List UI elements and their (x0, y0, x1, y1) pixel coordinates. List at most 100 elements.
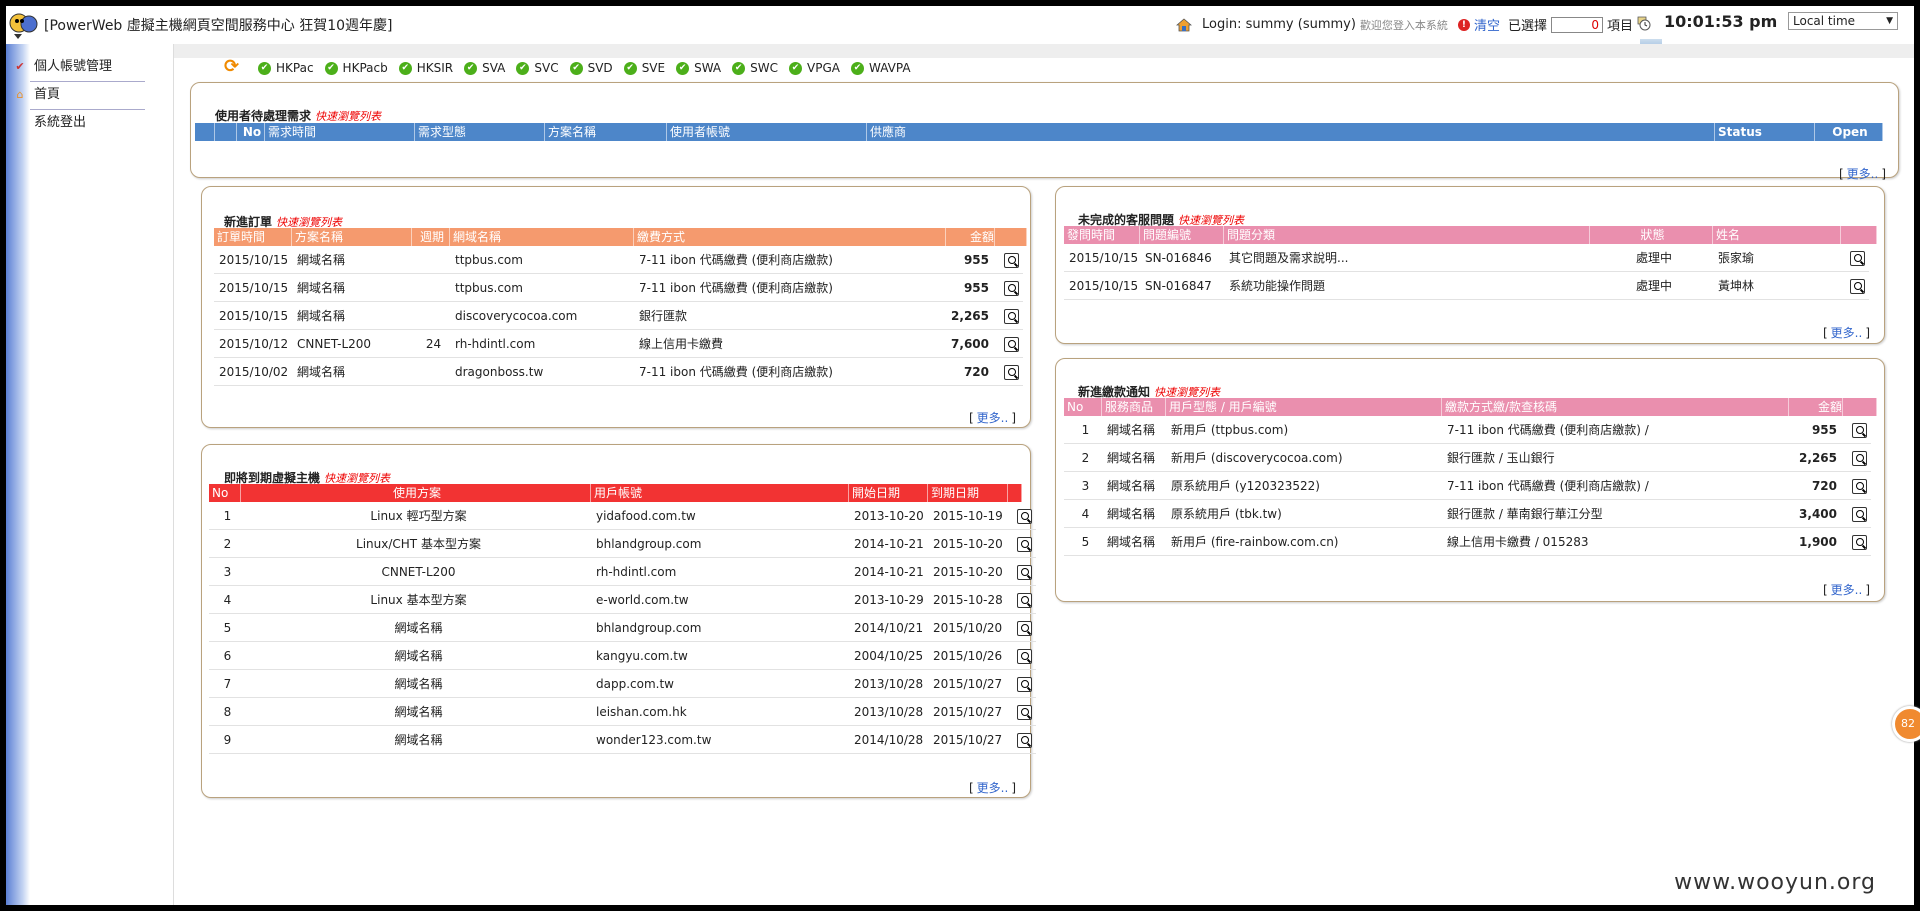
refresh-icon[interactable]: ⟳ (224, 58, 244, 78)
table-cell: Linux/CHT 基本型方案 (356, 537, 481, 551)
check-circle-icon: ✔ (789, 61, 803, 75)
quick-view-link[interactable]: 快速瀏覽列表 (315, 110, 381, 123)
more-link[interactable]: 更多.. (974, 411, 1012, 425)
table-row: 2015/10/02 網域名稱 dragonboss.tw 7-11 ibon 代碼繳… (214, 358, 1023, 386)
table-cell: 4 (223, 593, 232, 607)
table-cell: 原系統用戶 (y120323522) (1171, 479, 1320, 493)
magnifier-icon[interactable] (1017, 537, 1032, 552)
table-cell: discoverycocoa.com (455, 309, 578, 323)
table-cell: 銀行匯款 (639, 309, 688, 323)
server-name: SVD (587, 61, 613, 75)
alert-icon: ! (1457, 18, 1470, 31)
column-header: 方案名稱 (292, 228, 412, 246)
table-cell: SN-016847 (1145, 279, 1212, 293)
table-row: 8 網域名稱 leishan.com.hk 2013/10/28 2015/10/27 (209, 698, 1036, 726)
support-tickets-panel: 未完成的客服問題 快速瀏覽列表 發問時間 問題編號 問題分類 狀態 姓名 2015/10/… (1055, 186, 1885, 344)
more-link[interactable]: 更多.. (1828, 326, 1866, 340)
table-cell: rh-hdintl.com (596, 565, 677, 579)
column-header: No (237, 123, 265, 141)
server-name: SVC (534, 61, 559, 75)
magnifier-icon[interactable] (1017, 677, 1032, 692)
table-cell: 2013-10-29 (854, 593, 924, 607)
table-cell: dapp.com.tw (596, 677, 674, 691)
column-header-blank (995, 228, 1027, 246)
server-status: ✔ VPGA (789, 61, 840, 75)
notification-badge[interactable]: 82 (1892, 706, 1920, 742)
magnifier-icon[interactable] (1852, 535, 1867, 550)
table-row: 2015/10/12 CNNET-L200 24 rh-hdintl.com 線上信用卡… (214, 330, 1023, 358)
table-cell: 1,900 (1799, 535, 1837, 549)
server-status: ✔ SVD (569, 61, 613, 75)
table-cell: dragonboss.tw (455, 365, 544, 379)
column-header: No (1064, 398, 1102, 416)
view-button-wrap (1008, 726, 1036, 753)
magnifier-icon[interactable] (1004, 337, 1019, 352)
table-row: 2015/10/15 網域名稱 discoverycocoa.com 銀行匯款 2,26… (214, 302, 1023, 330)
check-circle-icon: ✔ (516, 61, 530, 75)
server-name: SVA (482, 61, 506, 75)
table-cell: 張家瑜 (1718, 251, 1755, 265)
table-cell: bhlandgroup.com (596, 537, 702, 551)
table-cell: 銀行匯款 / 玉山銀行 (1447, 451, 1555, 465)
table-cell: Linux 輕巧型方案 (370, 509, 467, 523)
more-link[interactable]: 更多.. (1828, 583, 1866, 597)
table-cell: 2013/10/28 (854, 677, 924, 691)
server-name: HKPac (276, 61, 314, 75)
magnifier-icon[interactable] (1004, 253, 1019, 268)
magnifier-icon[interactable] (1017, 565, 1032, 580)
magnifier-icon[interactable] (1017, 593, 1032, 608)
magnifier-icon[interactable] (1852, 451, 1867, 466)
magnifier-icon[interactable] (1004, 365, 1019, 380)
table-cell: 955 (1811, 423, 1837, 437)
table-cell: 新用戶 (ttpbus.com) (1171, 423, 1289, 437)
magnifier-icon[interactable] (1017, 621, 1032, 636)
magnifier-icon[interactable] (1852, 423, 1867, 438)
magnifier-icon[interactable] (1017, 705, 1032, 720)
sidebar-item-logout[interactable]: 系統登出 (30, 110, 145, 138)
sidebar-item-home[interactable]: ⌂ 首頁 (17, 82, 145, 110)
table-cell: leishan.com.hk (596, 705, 687, 719)
more-link[interactable]: 更多.. (974, 781, 1012, 795)
column-header: 用戶帳號 (591, 484, 849, 502)
home-icon[interactable] (1176, 17, 1192, 32)
table-cell: kangyu.com.tw (596, 649, 688, 663)
table-cell: 3 (1081, 479, 1090, 493)
magnifier-icon[interactable] (1017, 509, 1032, 524)
column-header-blank (215, 123, 237, 141)
magnifier-icon[interactable] (1850, 251, 1865, 266)
table-cell: 720 (963, 365, 989, 379)
sidebar-item-account[interactable]: ✔ 個人帳號管理 (15, 54, 145, 82)
more-link-wrap: [更多..] (968, 411, 1016, 425)
table-cell: 2014-10-21 (854, 537, 924, 551)
check-circle-icon: ✔ (850, 61, 864, 75)
timezone-value: Local time (1793, 14, 1856, 28)
column-header: 方案名稱 (545, 123, 667, 141)
table-cell: 網域名稱 (1107, 479, 1156, 493)
more-link[interactable]: 更多.. (1844, 167, 1882, 181)
column-header: 發問時間 (1064, 226, 1140, 244)
server-name: SVE (641, 61, 666, 75)
app-title: [PowerWeb 虛擬主機網頁空間服務中心 狂賀10週年慶] (44, 18, 393, 34)
magnifier-icon[interactable] (1850, 279, 1865, 294)
view-button-wrap (1843, 528, 1871, 555)
server-status: ✔ HKPacb (324, 61, 388, 75)
table-cell: 720 (1811, 479, 1837, 493)
table-cell: 5 (223, 621, 232, 635)
clear-link[interactable]: 清空 (1474, 15, 1500, 34)
table-row: 9 網域名稱 wonder123.com.tw 2014/10/28 2015/10/2… (209, 726, 1036, 754)
table-cell: 2015/10/27 (933, 705, 1003, 719)
magnifier-icon[interactable] (1852, 479, 1867, 494)
magnifier-icon[interactable] (1004, 309, 1019, 324)
table-cell: 2015/10/15 (1069, 279, 1139, 293)
table-header: 訂單時間 方案名稱 週期 網域名稱 繳費方式 金額 (214, 228, 1027, 246)
table-cell: 網域名稱 (394, 733, 443, 747)
column-header: 金額 (946, 228, 995, 246)
table-row: 2 Linux/CHT 基本型方案 bhlandgroup.com 2014-10-2… (209, 530, 1036, 558)
magnifier-icon[interactable] (1852, 507, 1867, 522)
magnifier-icon[interactable] (1004, 281, 1019, 296)
magnifier-icon[interactable] (1017, 649, 1032, 664)
magnifier-icon[interactable] (1017, 733, 1032, 748)
timezone-select[interactable]: Local time ▼ (1788, 12, 1898, 30)
table-cell: 網域名稱 (394, 621, 443, 635)
server-status: ✔ WAVPA (850, 61, 911, 75)
